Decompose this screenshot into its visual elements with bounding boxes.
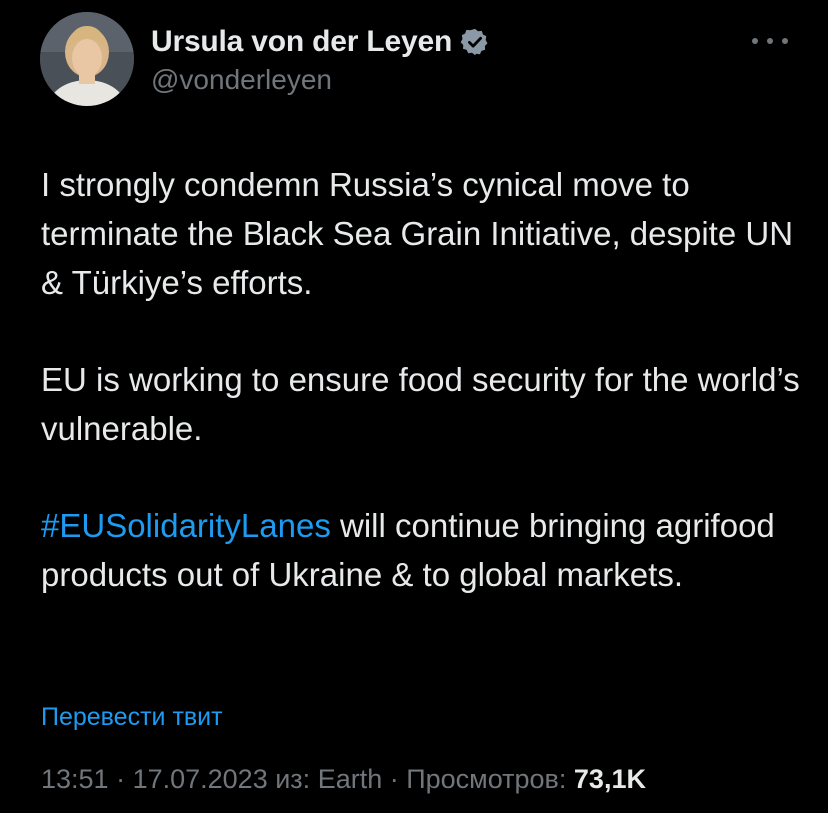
tweet-date[interactable]: 17.07.2023 [133, 764, 268, 794]
tweet-paragraph: I strongly condemn Russia’s cynical move… [41, 166, 794, 301]
author-handle[interactable]: @vonderleyen [151, 64, 332, 96]
tweet-text: I strongly condemn Russia’s cynical move… [41, 160, 801, 647]
dot [767, 38, 773, 44]
author-display-name[interactable]: Ursula von der Leyen [151, 25, 452, 59]
avatar[interactable] [40, 12, 134, 106]
hashtag-link[interactable]: #EUSolidarityLanes [41, 507, 331, 544]
separator: · [108, 764, 133, 794]
source-prefix: из: [267, 764, 318, 794]
views-label: Просмотров: [406, 764, 574, 794]
tweet-paragraph: EU is working to ensure food security fo… [41, 361, 800, 447]
separator: · [382, 764, 407, 794]
tweet-meta: 13:51 · 17.07.2023 из: Earth · Просмотро… [41, 764, 646, 795]
more-options-icon[interactable] [752, 26, 788, 56]
author-name-row[interactable]: Ursula von der Leyen [151, 22, 490, 62]
translate-tweet-link[interactable]: Перевести твит [41, 703, 223, 732]
tweet-time[interactable]: 13:51 [41, 764, 109, 794]
views-count[interactable]: 73,1K [574, 764, 646, 794]
profile-photo [40, 12, 134, 106]
verified-badge-icon [460, 27, 490, 57]
dot [752, 38, 758, 44]
dot [782, 38, 788, 44]
tweet-paragraph: #EUSolidarityLanes will continue bringin… [41, 501, 801, 599]
tweet-source: Earth [317, 764, 383, 794]
